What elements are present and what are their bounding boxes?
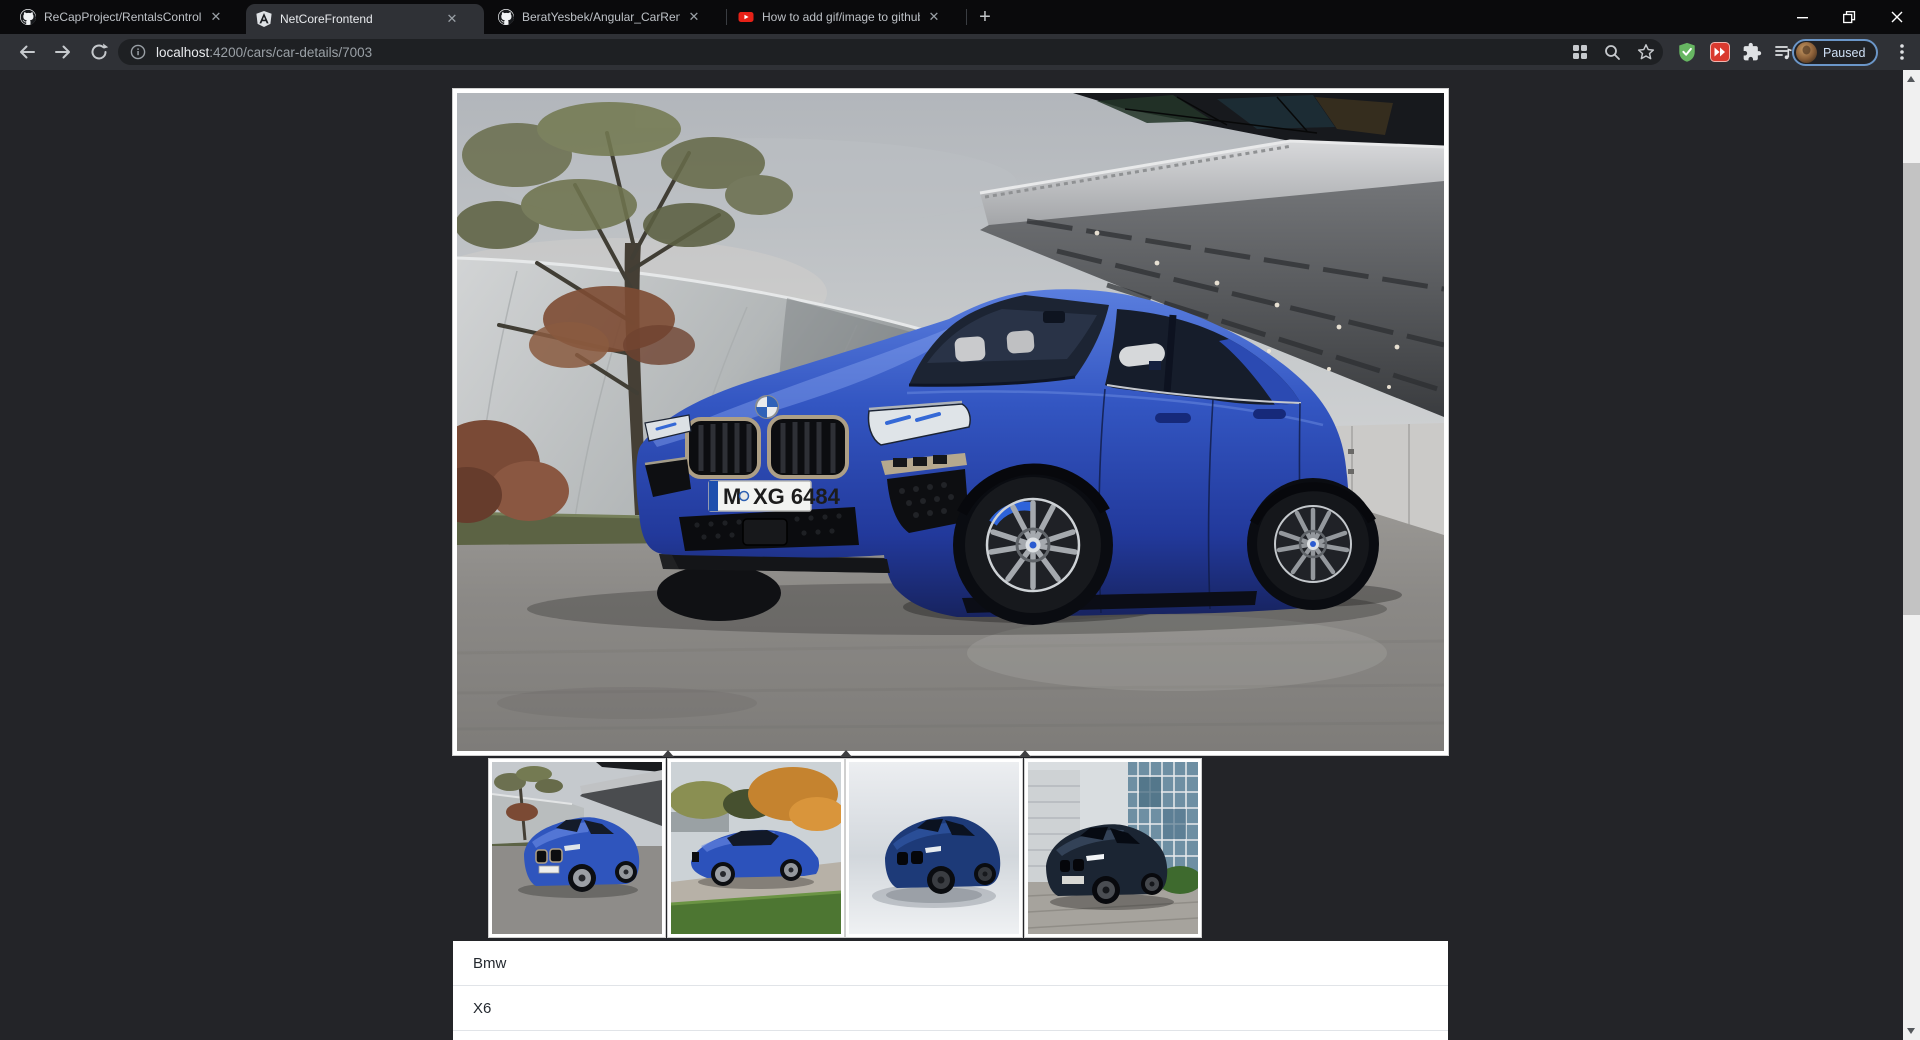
restore-icon[interactable] (1826, 0, 1873, 34)
avatar (1796, 42, 1817, 63)
list-item-brand: Bmw (453, 941, 1448, 986)
url-host: localhost (156, 44, 210, 60)
scroll-down-icon[interactable] (1907, 1028, 1915, 1034)
tab-close-icon[interactable]: ✕ (686, 9, 702, 25)
tab-recapproject[interactable]: ReCapProject/RentalsController.c ✕ (10, 0, 242, 34)
kebab-menu-icon[interactable] (1894, 43, 1910, 61)
tab-title: NetCoreFrontend (280, 12, 373, 26)
thumbnail-2[interactable] (668, 759, 844, 937)
apps-grid-icon[interactable] (1571, 43, 1589, 61)
thumb-photo-autumn-side (671, 762, 841, 934)
tab-separator (726, 9, 727, 25)
puzzle-extensions-icon[interactable] (1742, 42, 1762, 62)
thumbnail-caret-icon (840, 750, 852, 757)
thumbnail-1[interactable] (489, 759, 665, 937)
profile-chip[interactable]: Paused (1792, 39, 1878, 66)
tab-strip: ReCapProject/RentalsController.c ✕ NetCo… (0, 0, 1920, 34)
browser-toolbar: localhost:4200/cars/car-details/7003 Pau… (0, 34, 1920, 70)
gallery-main-image[interactable]: M XG 6484 (453, 89, 1448, 755)
tab-title: How to add gif/image to github (762, 10, 920, 24)
tab-beratyesbek[interactable]: BeratYesbek/Angular_CarRentalP ✕ (488, 0, 724, 34)
list-item-model: X6 (453, 986, 1448, 1031)
page-scrollbar[interactable] (1903, 70, 1920, 1040)
thumb-photo-studio (849, 762, 1019, 934)
tab-netcorefrontend[interactable]: NetCoreFrontend ✕ (246, 4, 484, 34)
tab-youtube[interactable]: How to add gif/image to github ✕ (728, 0, 962, 34)
license-plate: M XG 6484 (708, 480, 841, 512)
url-text[interactable]: localhost:4200/cars/car-details/7003 (156, 45, 372, 60)
car-details-list: Bmw X6 (453, 941, 1448, 1040)
minimize-icon[interactable] (1779, 0, 1826, 34)
page-content: M XG 6484 Bmw X6 (0, 70, 1903, 1040)
list-item-partial (453, 1031, 1448, 1040)
thumbnail-3[interactable] (846, 759, 1022, 937)
enhancer-red-icon[interactable] (1710, 42, 1730, 62)
window-controls (1779, 0, 1920, 34)
address-bar[interactable]: localhost:4200/cars/car-details/7003 (118, 39, 1663, 65)
url-path: :4200/cars/car-details/7003 (209, 44, 373, 60)
plate-number: XG 6484 (753, 484, 841, 509)
forward-icon[interactable] (53, 42, 73, 62)
tab-title: BeratYesbek/Angular_CarRentalP (522, 10, 680, 24)
tab-close-icon[interactable]: ✕ (208, 9, 224, 25)
tab-close-icon[interactable]: ✕ (444, 11, 460, 27)
profile-status-label: Paused (1823, 45, 1866, 60)
media-playlist-icon[interactable] (1773, 42, 1793, 62)
thumbnail-caret-icon (1019, 750, 1031, 757)
thumb-photo-front-museum (492, 762, 662, 934)
youtube-icon (738, 12, 754, 22)
tab-close-icon[interactable]: ✕ (926, 9, 942, 25)
bookmark-star-icon[interactable] (1637, 43, 1655, 61)
close-icon[interactable] (1873, 0, 1920, 34)
angular-icon (256, 11, 272, 27)
adguard-shield-icon[interactable] (1677, 42, 1697, 62)
thumbnail-caret-icon (662, 750, 674, 757)
back-icon[interactable] (17, 42, 37, 62)
scroll-up-icon[interactable] (1907, 76, 1915, 82)
thumbnail-4[interactable] (1025, 759, 1201, 937)
scrollbar-thumb[interactable] (1903, 163, 1920, 615)
reload-icon[interactable] (89, 42, 109, 62)
car-photo-bmw-x6: M XG 6484 (457, 93, 1444, 751)
thumb-photo-city (1028, 762, 1198, 934)
github-icon (20, 9, 36, 25)
info-icon[interactable] (130, 44, 146, 60)
new-tab-button[interactable]: + (972, 5, 998, 31)
github-icon (498, 9, 514, 25)
zoom-magnifier-icon[interactable] (1603, 43, 1621, 61)
plate-prefix: M (723, 484, 741, 509)
tab-separator (966, 9, 967, 25)
tab-title: ReCapProject/RentalsController.c (44, 10, 202, 24)
